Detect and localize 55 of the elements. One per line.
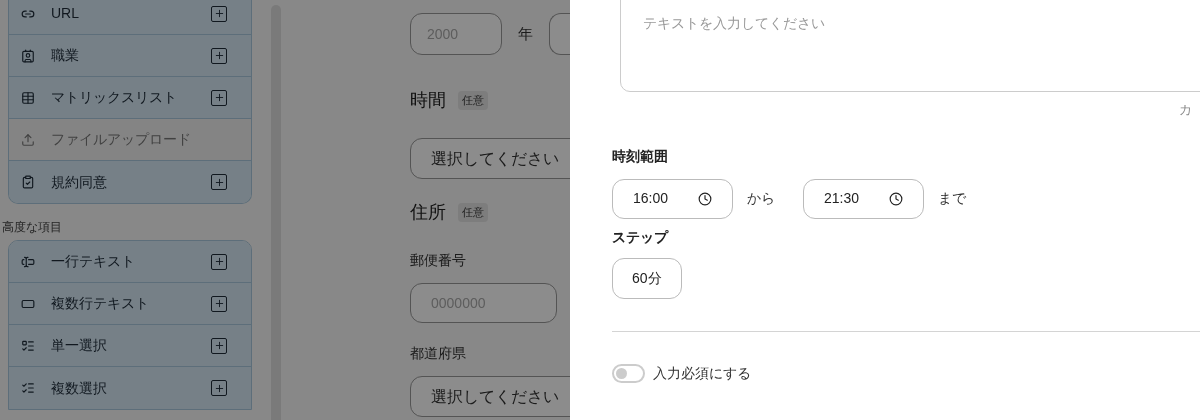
- range-to-text: まで: [938, 189, 966, 208]
- year-unit: 年: [518, 23, 533, 44]
- item-label: 一行テキスト: [51, 252, 136, 271]
- text-cursor-icon: [21, 254, 35, 269]
- clock-icon: [889, 191, 903, 206]
- sidebar-item[interactable]: 複数行テキスト: [9, 283, 251, 325]
- add-icon[interactable]: [211, 253, 227, 270]
- field-label: 郵便番号: [410, 251, 467, 270]
- item-label: マトリックスリスト: [51, 88, 178, 107]
- sidebar-item[interactable]: 複数選択: [9, 367, 251, 409]
- toggle-switch[interactable]: [612, 363, 645, 383]
- add-icon[interactable]: [211, 47, 227, 64]
- add-icon[interactable]: [211, 337, 227, 354]
- toggle-label: 入力必須にする: [653, 363, 751, 383]
- time-field[interactable]: 21:30: [803, 178, 924, 219]
- item-label: ファイルアップロード: [51, 130, 192, 149]
- group-label: 高度な項目: [2, 219, 63, 236]
- item-label: 複数行テキスト: [51, 294, 150, 313]
- optional-badge: 任意: [458, 91, 488, 110]
- sidebar-item[interactable]: 一行テキスト: [9, 241, 251, 283]
- id-card-icon: [21, 48, 35, 63]
- sidebar-item[interactable]: 単一選択: [9, 325, 251, 367]
- grid-icon: [21, 90, 35, 105]
- select-field[interactable]: 選択してください: [410, 376, 570, 417]
- step-button[interactable]: 60分: [612, 257, 682, 299]
- section-label: ステップ: [612, 227, 670, 247]
- upload-icon: [21, 132, 35, 147]
- time-field[interactable]: 16:00: [612, 178, 733, 219]
- item-label: 単一選択: [51, 336, 108, 355]
- section-title: 住所: [410, 201, 446, 224]
- range-from-text: から: [747, 189, 775, 208]
- clock-icon: [698, 191, 712, 206]
- add-icon[interactable]: [211, 5, 227, 22]
- section-label: 時刻範囲: [612, 146, 669, 166]
- item-label: 複数選択: [51, 378, 108, 398]
- char-counter: カ: [1179, 101, 1192, 119]
- sidebar-item[interactable]: 職業: [9, 35, 251, 77]
- text-area[interactable]: テキストを入力してください: [620, 0, 1200, 92]
- add-icon[interactable]: [211, 174, 227, 190]
- sidebar-item[interactable]: 規約同意: [9, 161, 251, 203]
- item-label: 規約同意: [51, 172, 108, 192]
- select-field[interactable]: 選択してください: [410, 138, 570, 179]
- clipboard-icon: [21, 175, 35, 189]
- add-icon[interactable]: [211, 380, 227, 396]
- sidebar-item[interactable]: URL: [9, 0, 251, 35]
- item-label: URL: [51, 4, 80, 23]
- add-icon[interactable]: [211, 89, 227, 106]
- section-title: 時間: [410, 89, 446, 112]
- optional-badge: 任意: [458, 203, 488, 222]
- add-icon[interactable]: [211, 295, 227, 312]
- radio-list-icon: [21, 338, 35, 353]
- field-label: 都道府県: [410, 344, 467, 363]
- checkbox-list-icon: [21, 381, 35, 395]
- sidebar-item[interactable]: マトリックスリスト: [9, 77, 251, 119]
- item-label: 職業: [51, 46, 80, 65]
